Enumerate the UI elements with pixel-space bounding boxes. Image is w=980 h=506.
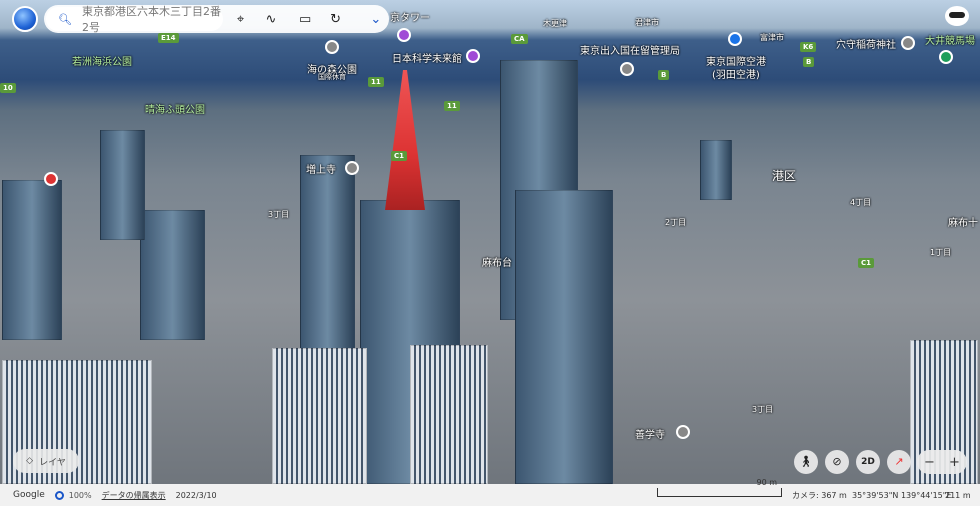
shrine-pin-icon[interactable] — [901, 36, 915, 50]
temple-pin-icon[interactable] — [676, 425, 690, 439]
layers-icon: ◇ — [26, 456, 34, 466]
camera-altitude: カメラ: 367 m — [792, 490, 847, 500]
route-shield: CA — [511, 34, 528, 44]
imagery-date: 2022/3/10 — [175, 490, 217, 500]
google-brand: Google — [13, 490, 45, 500]
user-avatar[interactable] — [945, 6, 969, 26]
search-placeholder: 東京都港区六本木三丁目2番2号 — [81, 5, 221, 34]
pin-icon[interactable]: ⌖ — [227, 12, 253, 27]
building — [272, 348, 367, 484]
route-shield: K6 — [800, 42, 817, 52]
map-label: 麻布台 — [482, 258, 512, 269]
search-input[interactable]: 🔍︎ 東京都港区六本木三丁目2番2号 — [46, 5, 224, 34]
google-earth-logo[interactable] — [12, 6, 38, 32]
map-label[interactable]: 増上寺 — [306, 161, 336, 176]
map-label: 麻布十 — [948, 218, 978, 229]
route-shield: 10 — [0, 83, 16, 93]
map-label: 港区 — [772, 169, 797, 183]
map-3d-view[interactable]: 京タワー 日本科学未来館 木更津 君津市 東京出入国在留管理局 富津市 東京国際… — [0, 0, 980, 484]
route-shield: B — [658, 70, 670, 80]
racecourse-pin-icon[interactable] — [939, 50, 953, 64]
map-label: 3丁目 — [268, 210, 290, 219]
temple-pin-icon[interactable] — [345, 161, 359, 175]
map-label[interactable]: 大井競馬場 — [925, 32, 975, 47]
data-attribution-link[interactable]: データの帰属表示 — [102, 490, 166, 501]
path-icon[interactable]: ∿ — [258, 12, 284, 27]
map-label[interactable]: 日本科学未来館 — [392, 50, 462, 65]
hospital-pin-icon[interactable] — [44, 172, 58, 186]
map-label: 1丁目 — [930, 248, 952, 257]
map-label[interactable]: 木更津 — [543, 18, 567, 29]
loading-ring-icon — [54, 490, 64, 500]
place-pin-icon[interactable] — [620, 62, 634, 76]
search-icon: 🔍︎ — [58, 12, 72, 26]
building — [410, 345, 488, 484]
route-shield: C1 — [858, 258, 875, 268]
map-label[interactable]: 君津市 — [635, 17, 659, 28]
status-bar: Google 100% データの帰属表示 2022/3/10 90 m カメラ:… — [0, 479, 980, 506]
ruler-icon[interactable]: ▭ — [292, 12, 318, 27]
building — [515, 190, 613, 484]
toolbar: 🔍︎ 東京都港区六本木三丁目2番2号 ⌖ ∿ ▭ ↻ ⌄ — [44, 5, 389, 34]
map-label[interactable]: 若洲海浜公園 — [72, 53, 132, 68]
zoom-out-button[interactable]: − — [924, 455, 935, 470]
scale-bar[interactable]: 90 m — [657, 479, 782, 497]
route-shield: B — [803, 57, 815, 67]
building — [700, 140, 732, 200]
map-label: (羽田空港) — [712, 70, 760, 81]
map-label[interactable]: 晴海ふ頭公園 — [145, 101, 205, 116]
building — [2, 180, 62, 340]
museum-pin-icon[interactable] — [466, 49, 480, 63]
map-label[interactable]: 京タワー — [390, 9, 430, 24]
route-shield: 11 — [444, 101, 460, 111]
building — [100, 130, 145, 240]
map-label: 4丁目 — [850, 198, 872, 207]
zoom-control: − + — [917, 450, 967, 474]
museum-pin-icon[interactable] — [397, 28, 411, 42]
route-shield: 11 — [368, 77, 384, 87]
2d-toggle-button[interactable]: 2D — [856, 450, 880, 474]
history-icon[interactable]: ↻ — [322, 12, 348, 27]
coordinates: 35°39'53"N 139°44'15"E — [852, 490, 952, 500]
map-label: 2丁目 — [665, 218, 687, 227]
map-label[interactable]: 富津市 — [760, 32, 784, 43]
map-label: 3丁目 — [752, 405, 774, 414]
route-shield: C1 — [391, 151, 408, 161]
tokyo-tower — [385, 70, 425, 210]
elevation: 211 m — [945, 490, 971, 500]
layers-label: レイヤ — [39, 457, 66, 468]
map-label: 国際休育 — [318, 73, 346, 81]
map-label[interactable]: 東京出入国在留管理局 — [580, 42, 680, 57]
map-label[interactable]: 善学寺 — [635, 426, 665, 441]
park-pin-icon[interactable] — [325, 40, 339, 54]
zoom-in-button[interactable]: + — [949, 455, 960, 470]
tilt-toggle-icon[interactable]: ⊘ — [825, 450, 849, 474]
layers-button[interactable]: ◇ レイヤ — [13, 449, 79, 473]
render-percent: 100% — [68, 490, 92, 500]
building — [140, 210, 205, 340]
map-label[interactable]: 穴守稲荷神社 — [836, 36, 896, 51]
compass-icon[interactable]: ↗ — [887, 450, 911, 474]
airport-pin-icon[interactable] — [728, 32, 742, 46]
scale-label: 90 m — [756, 478, 777, 487]
street-view-pegman-icon[interactable]: 🚶︎ — [794, 450, 818, 474]
chevron-down-icon[interactable]: ⌄ — [363, 12, 389, 27]
